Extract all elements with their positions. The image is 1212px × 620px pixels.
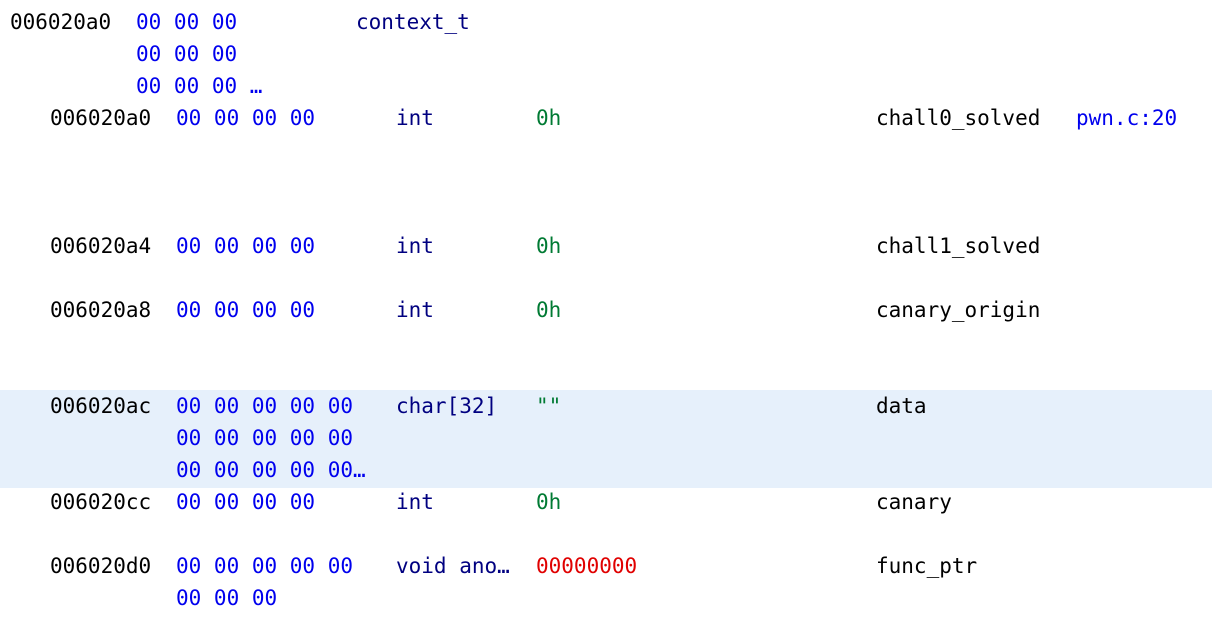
field-name: chall0_solved xyxy=(876,106,1041,130)
field-value: 0h xyxy=(536,234,562,258)
field-bytes: 00 00 00 00 xyxy=(176,298,316,322)
field-row-data[interactable]: 006020ac 00 00 00 00 00 char[32] "" data xyxy=(0,390,1212,422)
field-address: 006020ac xyxy=(50,394,152,418)
field-value: 0h xyxy=(536,490,562,514)
field-row-func-ptr[interactable]: 006020d0 00 00 00 00 00 void ano… 000000… xyxy=(0,550,1212,582)
field-bytes: 00 00 00 00 00 xyxy=(176,426,354,450)
struct-bytes-row: 00 00 00 xyxy=(0,38,1212,70)
field-address: 006020d0 xyxy=(50,554,152,578)
struct-bytes-row: 00 00 00 … xyxy=(0,70,1212,102)
field-value: 0h xyxy=(536,298,562,322)
field-type: int xyxy=(396,490,434,514)
field-value: "" xyxy=(536,394,562,418)
field-value: 00000000 xyxy=(536,554,638,578)
field-bytes-row: 00 00 00 00 00 xyxy=(0,422,1212,454)
field-address: 006020a8 xyxy=(50,298,152,322)
field-row-chall0-solved[interactable]: 006020a0 00 00 00 00 int 0h chall0_solve… xyxy=(0,102,1212,134)
field-bytes: 00 00 00 00 00… xyxy=(176,458,366,482)
field-address: 006020cc xyxy=(50,490,152,514)
field-name: canary xyxy=(876,490,952,514)
field-bytes: 00 00 00 00 xyxy=(176,234,316,258)
field-bytes: 00 00 00 00 00 xyxy=(176,394,354,418)
field-bytes: 00 00 00 00 xyxy=(176,490,316,514)
struct-header-row[interactable]: 006020a0 00 00 00 context_t xyxy=(0,6,1212,38)
source-reference-link[interactable]: pwn.c:20 xyxy=(1076,102,1177,134)
field-type: int xyxy=(396,298,434,322)
field-bytes-row: 00 00 00 00 00… xyxy=(0,454,1212,486)
field-type: int xyxy=(396,234,434,258)
field-type: char[32] xyxy=(396,394,498,418)
field-name: canary_origin xyxy=(876,298,1041,322)
struct-bytes: 00 00 00 … xyxy=(136,74,263,98)
field-type: void ano… xyxy=(396,554,510,578)
struct-address: 006020a0 xyxy=(10,10,112,34)
struct-bytes: 00 00 00 xyxy=(136,42,238,66)
struct-type[interactable]: context_t xyxy=(356,6,470,38)
field-name: func_ptr xyxy=(876,554,978,578)
field-bytes: 00 00 00 00 xyxy=(176,106,316,130)
field-name: data xyxy=(876,394,927,418)
field-row-canary[interactable]: 006020cc 00 00 00 00 int 0h canary xyxy=(0,486,1212,518)
field-name: chall1_solved xyxy=(876,234,1041,258)
field-address: 006020a4 xyxy=(50,234,152,258)
field-bytes-row: 00 00 00 xyxy=(0,582,1212,614)
field-address: 006020a0 xyxy=(50,106,152,130)
struct-bytes: 00 00 00 xyxy=(136,10,238,34)
field-bytes: 00 00 00 xyxy=(176,586,278,610)
field-value: 0h xyxy=(536,106,562,130)
field-row-chall1-solved[interactable]: 006020a4 00 00 00 00 int 0h chall1_solve… xyxy=(0,230,1212,262)
field-type: int xyxy=(396,106,434,130)
field-bytes: 00 00 00 00 00 xyxy=(176,554,354,578)
field-row-canary-origin[interactable]: 006020a8 00 00 00 00 int 0h canary_origi… xyxy=(0,294,1212,326)
